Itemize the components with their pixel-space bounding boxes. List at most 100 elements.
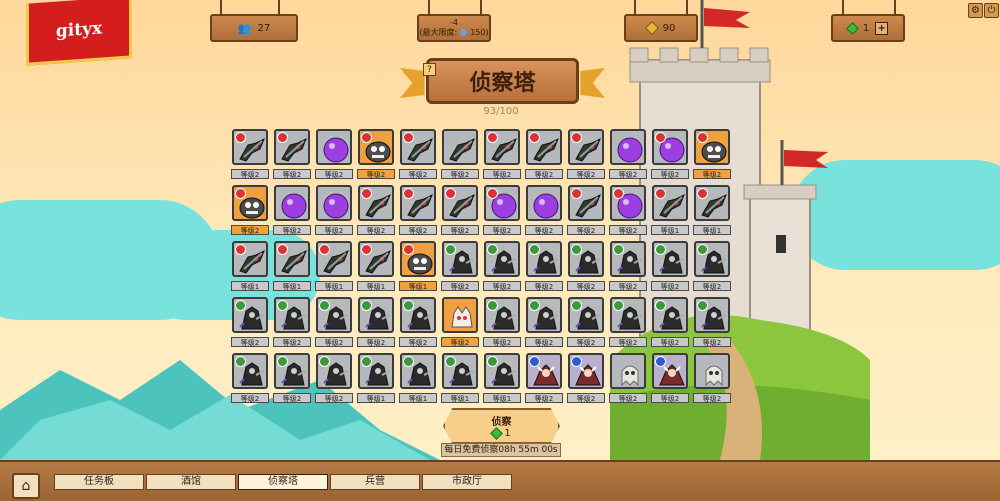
unit-card[interactable]: 等级2 [231, 297, 269, 351]
exit-button[interactable]: ⏻ [984, 3, 999, 18]
unit-card[interactable]: 等级2 [525, 129, 563, 183]
scout-cost: 1 [490, 427, 511, 440]
class-badge-icon [277, 300, 288, 311]
unit-level-label: 等级2 [609, 393, 647, 403]
unit-card[interactable]: 等级2 [567, 353, 605, 407]
gear-icon: ⚙ [971, 5, 980, 16]
unit-card[interactable]: 等级2 [483, 185, 521, 239]
unit-portrait [694, 353, 730, 389]
unit-card[interactable]: 等级2 [567, 297, 605, 351]
unit-card[interactable]: 等级1 [399, 353, 437, 407]
unit-card[interactable]: 等级2 [567, 129, 605, 183]
unit-card[interactable]: 等级2 [315, 297, 353, 351]
class-badge-icon [445, 356, 456, 367]
unit-card[interactable]: 等级2 [693, 297, 731, 351]
unit-card[interactable]: 等级2 [315, 185, 353, 239]
unit-level-label: 等级2 [567, 393, 605, 403]
unit-card[interactable]: 等级2 [693, 241, 731, 295]
unit-card[interactable]: 等级2 [651, 129, 689, 183]
unit-card[interactable]: 等级2 [315, 353, 353, 407]
unit-card[interactable]: 等级2 [567, 185, 605, 239]
settings-button[interactable]: ⚙ [968, 3, 983, 18]
unit-card[interactable]: 等级2 [525, 185, 563, 239]
unit-level-label: 等级1 [315, 281, 353, 291]
home-button[interactable]: ⌂ [12, 473, 40, 499]
logo-text: gityx [55, 17, 103, 42]
unit-card[interactable]: 等级2 [357, 297, 395, 351]
unit-card[interactable]: 等级2 [651, 241, 689, 295]
unit-card[interactable]: 等级2 [441, 185, 479, 239]
unit-card[interactable]: 等级2 [483, 241, 521, 295]
unit-card[interactable]: 等级2 [357, 185, 395, 239]
unit-card[interactable]: 等级2 [567, 241, 605, 295]
unit-portrait [232, 297, 268, 333]
tab-tavern[interactable]: 酒馆 [146, 474, 236, 490]
class-badge-icon [571, 244, 582, 255]
unit-card[interactable]: 等级1 [441, 353, 479, 407]
unit-card[interactable]: 等级2 [231, 129, 269, 183]
unit-card[interactable]: 等级1 [399, 241, 437, 295]
unit-card[interactable]: 等级2 [483, 129, 521, 183]
unit-level-label: 等级2 [609, 225, 647, 235]
unit-portrait [358, 129, 394, 165]
gem-panel: 1 + [831, 14, 905, 42]
tab-barracks[interactable]: 兵营 [330, 474, 420, 490]
gold-panel: 90 [624, 14, 698, 42]
unit-card[interactable]: 等级1 [231, 241, 269, 295]
unit-level-label: 等级2 [525, 393, 563, 403]
unit-card[interactable]: 等级2 [273, 129, 311, 183]
add-gems-button[interactable]: + [875, 21, 889, 35]
tab-scout-tower[interactable]: 侦察塔 [238, 474, 328, 490]
unit-level-label: 等级2 [483, 225, 521, 235]
unit-level-label: 等级2 [525, 337, 563, 347]
unit-card[interactable]: 等级2 [273, 353, 311, 407]
tab-town-hall[interactable]: 市政厅 [422, 474, 512, 490]
scout-button[interactable]: 侦察 1 [443, 408, 560, 444]
unit-card[interactable]: 等级2 [609, 353, 647, 407]
unit-card[interactable]: 等级2 [399, 297, 437, 351]
unit-card[interactable]: 等级2 [651, 297, 689, 351]
unit-portrait [694, 129, 730, 165]
unit-card[interactable]: 等级2 [483, 297, 521, 351]
unit-card[interactable]: 等级2 [273, 297, 311, 351]
unit-card[interactable]: 等级2 [441, 129, 479, 183]
unit-card[interactable]: 等级1 [357, 353, 395, 407]
class-badge-icon [319, 300, 330, 311]
class-badge-icon [235, 132, 246, 143]
rope-decoration [686, 0, 688, 14]
unit-card[interactable]: 等级1 [357, 241, 395, 295]
unit-portrait [652, 185, 688, 221]
unit-card[interactable]: 等级2 [231, 185, 269, 239]
unit-portrait [358, 297, 394, 333]
help-button[interactable]: ? [423, 63, 436, 76]
unit-card[interactable]: 等级2 [693, 353, 731, 407]
unit-card[interactable]: 等级2 [399, 185, 437, 239]
unit-card[interactable]: 等级2 [525, 297, 563, 351]
unit-card[interactable]: 等级2 [441, 297, 479, 351]
unit-card[interactable]: 等级2 [609, 185, 647, 239]
unit-card[interactable]: 等级1 [693, 185, 731, 239]
unit-card[interactable]: 等级1 [273, 241, 311, 295]
unit-card[interactable]: 等级1 [315, 241, 353, 295]
unit-card[interactable]: 等级2 [273, 185, 311, 239]
unit-level-label: 等级2 [441, 281, 479, 291]
unit-card[interactable]: 等级2 [609, 297, 647, 351]
unit-card[interactable]: 等级2 [651, 353, 689, 407]
unit-card[interactable]: 等级2 [609, 129, 647, 183]
class-badge-icon [613, 188, 624, 199]
unit-card[interactable]: 等级1 [651, 185, 689, 239]
unit-card[interactable]: 等级2 [609, 241, 647, 295]
unit-card[interactable]: 等级2 [525, 241, 563, 295]
unit-card[interactable]: 等级2 [441, 241, 479, 295]
unit-card[interactable]: 等级2 [357, 129, 395, 183]
unit-card[interactable]: 等级2 [231, 353, 269, 407]
unit-card[interactable]: 等级2 [693, 129, 731, 183]
unit-card[interactable]: 等级2 [399, 129, 437, 183]
class-badge-icon [235, 300, 246, 311]
unit-card[interactable]: 等级2 [315, 129, 353, 183]
unit-level-label: 等级2 [315, 337, 353, 347]
tab-quest-board[interactable]: 任务板 [54, 474, 144, 490]
unit-level-label: 等级1 [357, 393, 395, 403]
unit-card[interactable]: 等级2 [525, 353, 563, 407]
unit-card[interactable]: 等级1 [483, 353, 521, 407]
